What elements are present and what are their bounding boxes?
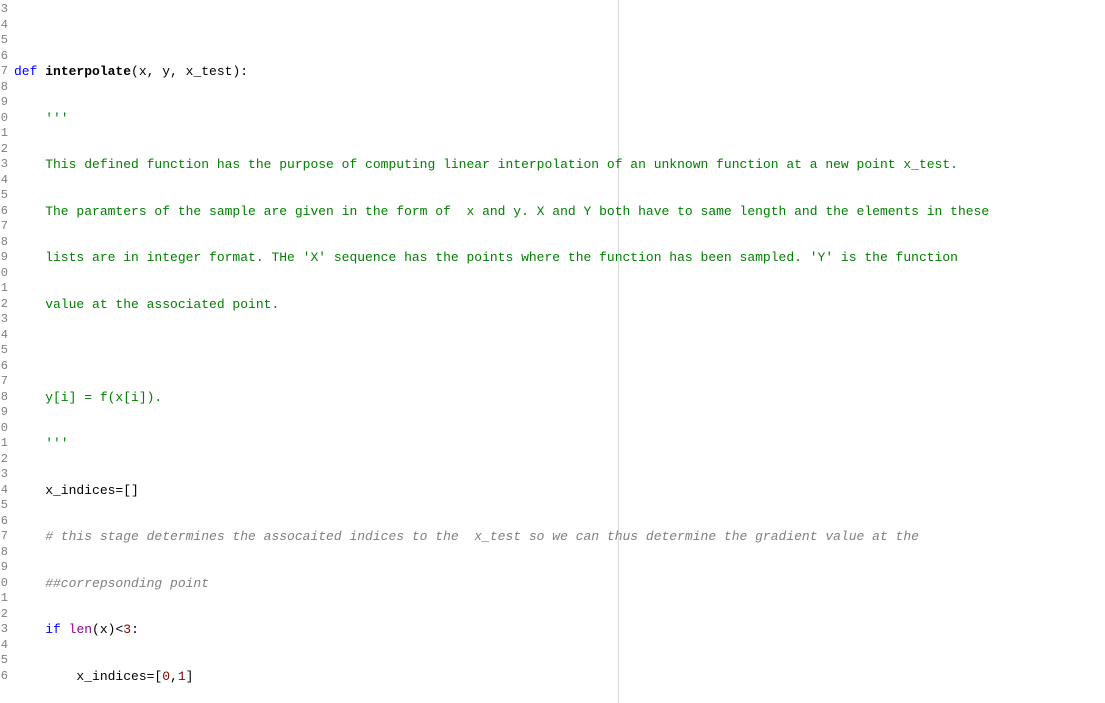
code-line[interactable]: ##correpsonding point [14,576,1105,592]
line-number: 5 [0,343,10,359]
code-line[interactable]: x_indices=[] [14,483,1105,499]
line-number: 2 [0,452,10,468]
code-line[interactable] [14,343,1105,359]
line-number: 0 [0,421,10,437]
line-number: 7 [0,64,10,80]
code-line[interactable]: y[i] = f(x[i]). [14,390,1105,406]
line-number: 9 [0,405,10,421]
line-number: 3 [0,157,10,173]
line-number: 6 [0,359,10,375]
line-number: 3 [0,2,10,18]
line-number: 3 [0,622,10,638]
code-area[interactable]: def interpolate(x, y, x_test): ''' This … [10,0,1105,703]
line-number: 9 [0,250,10,266]
line-number: 3 [0,467,10,483]
line-number: 3 [0,312,10,328]
line-number: 4 [0,638,10,654]
line-number: 2 [0,297,10,313]
line-number: 8 [0,80,10,96]
line-number: 0 [0,266,10,282]
line-number: 6 [0,669,10,685]
code-line[interactable]: # this stage determines the assocaited i… [14,529,1105,545]
code-line[interactable]: This defined function has the purpose of… [14,157,1105,173]
line-number: 7 [0,529,10,545]
line-number: 4 [0,483,10,499]
line-number: 0 [0,111,10,127]
line-number: 5 [0,188,10,204]
code-line[interactable]: The paramters of the sample are given in… [14,204,1105,220]
code-editor[interactable]: 3 4 5 6 7 8 9 0 1 2 3 4 5 6 7 8 9 0 1 2 … [0,0,1105,703]
line-number: 4 [0,173,10,189]
line-number: 4 [0,18,10,34]
line-number: 6 [0,514,10,530]
line-number: 1 [0,436,10,452]
line-number: 2 [0,607,10,623]
code-line[interactable]: def interpolate(x, y, x_test): [14,64,1105,80]
code-line[interactable]: if len(x)<3: [14,622,1105,638]
line-number: 7 [0,219,10,235]
line-number: 8 [0,390,10,406]
code-line[interactable]: value at the associated point. [14,297,1105,313]
line-number: 9 [0,95,10,111]
line-number: 4 [0,328,10,344]
line-number: 2 [0,142,10,158]
line-number: 5 [0,498,10,514]
line-number: 8 [0,235,10,251]
line-number: 1 [0,281,10,297]
line-number: 0 [0,576,10,592]
code-line[interactable]: ''' [14,436,1105,452]
line-number: 5 [0,33,10,49]
line-number: 9 [0,560,10,576]
line-number: 7 [0,374,10,390]
code-line[interactable]: ''' [14,111,1105,127]
line-number: 6 [0,204,10,220]
line-number: 8 [0,545,10,561]
code-line[interactable]: x_indices=[0,1] [14,669,1105,685]
line-number: 6 [0,49,10,65]
line-number: 1 [0,126,10,142]
line-number-gutter: 3 4 5 6 7 8 9 0 1 2 3 4 5 6 7 8 9 0 1 2 … [0,0,10,703]
line-number: 1 [0,591,10,607]
line-number: 5 [0,653,10,669]
code-line[interactable]: lists are in integer format. THe 'X' seq… [14,250,1105,266]
